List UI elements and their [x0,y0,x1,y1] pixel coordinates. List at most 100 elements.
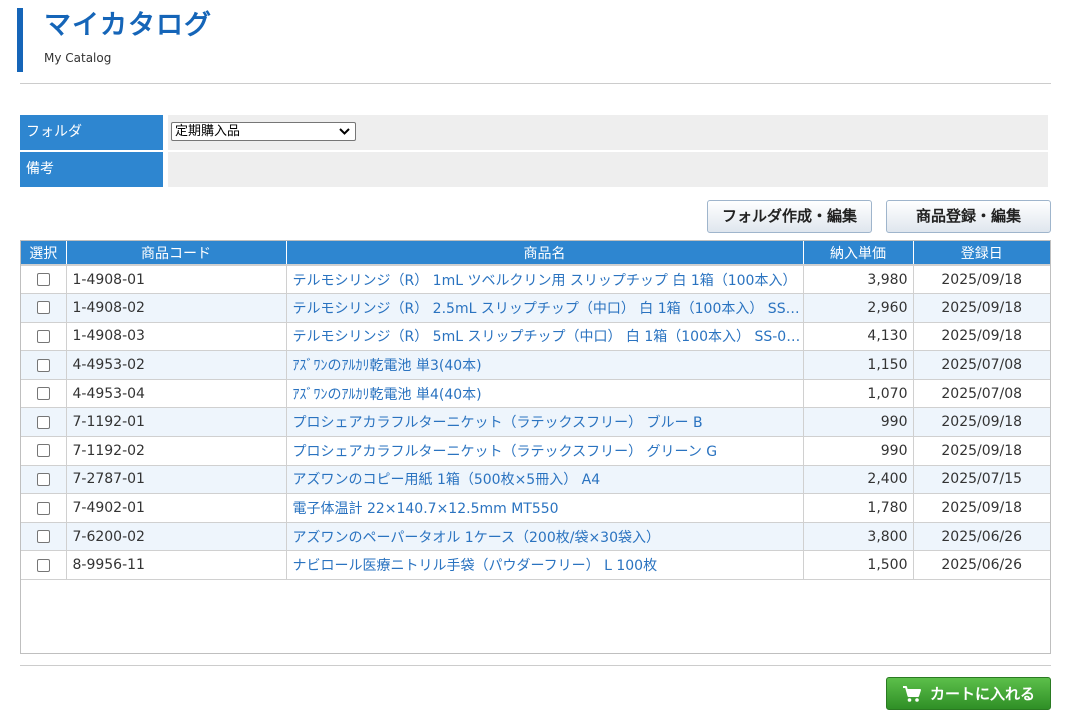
row-name-link[interactable]: テルモシリンジ（R） 5mL スリップチップ（中口） 白 1箱（100本入） S… [286,321,804,351]
table-header-row: 選択 商品コード 商品名 納入単価 登録日 [21,241,1050,265]
row-select-cell [21,464,67,494]
table-row: 4-4953-04 ｱｽﾞﾜﾝのｱﾙｶﾘ乾電池 単4(40本) 1,070 2025/… [21,378,1050,408]
header-code: 商品コード [66,241,287,265]
add-to-cart-button[interactable]: カートに入れる [886,677,1051,710]
row-checkbox[interactable] [36,387,50,401]
row-code: 7-1192-01 [66,407,287,437]
row-checkbox[interactable] [36,415,50,429]
cart-icon [902,685,922,703]
row-checkbox[interactable] [36,530,50,544]
row-date: 2025/09/18 [913,493,1050,523]
row-code: 7-4902-01 [66,493,287,523]
folder-row: フォルダ 定期購入品 [20,115,1048,150]
header-date: 登録日 [913,241,1050,265]
row-price: 2,960 [803,293,914,323]
row-date: 2025/09/18 [913,436,1050,466]
row-price: 2,400 [803,464,914,494]
row-name-link[interactable]: アズワンのペーパータオル 1ケース（200枚/袋×30袋入） [286,521,804,551]
table-row: 4-4953-02 ｱｽﾞﾜﾝのｱﾙｶﾘ乾電池 単3(40本) 1,150 2025/… [21,350,1050,380]
row-name-link[interactable]: テルモシリンジ（R） 1mL ツベルクリン用 スリップチップ 白 1箱（100本… [286,264,804,294]
row-name-link[interactable]: ナビロール医療ニトリル手袋（パウダーフリー） L 100枚 [286,550,804,581]
folder-value-cell: 定期購入品 [168,115,1048,150]
table-row: 7-6200-02 アズワンのペーパータオル 1ケース（200枚/袋×30袋入） 3… [21,521,1050,551]
row-select-cell [21,493,67,523]
row-price: 990 [803,436,914,466]
row-name-link[interactable]: 電子体温計 22×140.7×12.5mm MT550 [286,493,804,523]
table-row: 7-4902-01 電子体温計 22×140.7×12.5mm MT550 1,78… [21,493,1050,523]
row-price: 1,500 [803,550,914,581]
row-name-link[interactable]: ｱｽﾞﾜﾝのｱﾙｶﾘ乾電池 単3(40本) [286,350,804,380]
row-date: 2025/06/26 [913,521,1050,551]
note-row: 備考 [20,152,1048,187]
row-checkbox[interactable] [36,273,50,287]
footer-divider [20,665,1051,666]
row-price: 3,980 [803,264,914,294]
row-select-cell [21,436,67,466]
folder-edit-button[interactable]: フォルダ作成・編集 [707,200,872,233]
row-code: 1-4908-03 [66,321,287,351]
table-row: 1-4908-02 テルモシリンジ（R） 2.5mL スリップチップ（中口） 白 … [21,293,1050,323]
row-checkbox[interactable] [36,472,50,486]
row-price: 3,800 [803,521,914,551]
row-code: 7-1192-02 [66,436,287,466]
row-select-cell [21,321,67,351]
add-to-cart-label: カートに入れる [929,685,1035,703]
row-code: 8-9956-11 [66,550,287,581]
note-label: 備考 [20,152,163,187]
row-checkbox[interactable] [36,444,50,458]
row-date: 2025/06/26 [913,550,1050,581]
row-name-link[interactable]: アズワンのコピー用紙 1箱（500枚×5冊入） A4 [286,464,804,494]
row-code: 1-4908-01 [66,264,287,294]
row-date: 2025/09/18 [913,293,1050,323]
row-name-link[interactable]: プロシェアカラフルターニケット（ラテックスフリー） グリーン G [286,436,804,466]
row-select-cell [21,550,67,581]
row-code: 1-4908-02 [66,293,287,323]
header-select: 選択 [21,241,67,265]
row-date: 2025/09/18 [913,321,1050,351]
row-select-cell [21,378,67,408]
row-name-link[interactable]: ｱｽﾞﾜﾝのｱﾙｶﾘ乾電池 単4(40本) [286,378,804,408]
row-select-cell [21,264,67,294]
header-price: 納入単価 [803,241,914,265]
row-price: 1,780 [803,493,914,523]
row-date: 2025/09/18 [913,407,1050,437]
row-date: 2025/07/08 [913,350,1050,380]
table-row: 1-4908-03 テルモシリンジ（R） 5mL スリップチップ（中口） 白 1箱… [21,321,1050,351]
table-row: 7-2787-01 アズワンのコピー用紙 1箱（500枚×5冊入） A4 2,400… [21,464,1050,494]
folder-select[interactable]: 定期購入品 [171,122,356,141]
row-name-link[interactable]: プロシェアカラフルターニケット（ラテックスフリー） ブルー B [286,407,804,437]
table-row: 1-4908-01 テルモシリンジ（R） 1mL ツベルクリン用 スリップチップ … [21,264,1050,294]
row-date: 2025/07/15 [913,464,1050,494]
table-row: 7-1192-01 プロシェアカラフルターニケット（ラテックスフリー） ブルー B… [21,407,1050,437]
row-checkbox[interactable] [36,501,50,515]
row-price: 1,070 [803,378,914,408]
page-title: マイカタログ [44,10,212,41]
row-checkbox[interactable] [36,558,50,572]
catalog-table: 選択 商品コード 商品名 納入単価 登録日 1-4908-01 テルモシリンジ（R… [21,241,1050,581]
note-value [168,152,1048,187]
catalog-table-container: 選択 商品コード 商品名 納入単価 登録日 1-4908-01 テルモシリンジ（R… [20,240,1051,654]
row-checkbox[interactable] [36,329,50,343]
row-select-cell [21,350,67,380]
chevron-down-icon [339,123,350,145]
row-price: 990 [803,407,914,437]
row-select-cell [21,293,67,323]
item-edit-button[interactable]: 商品登録・編集 [886,200,1051,233]
row-checkbox[interactable] [36,358,50,372]
row-price: 4,130 [803,321,914,351]
row-code: 7-2787-01 [66,464,287,494]
row-code: 4-4953-04 [66,378,287,408]
page-subtitle: My Catalog [44,51,112,65]
table-row: 8-9956-11 ナビロール医療ニトリル手袋（パウダーフリー） L 100枚 1,… [21,550,1050,581]
table-row: 7-1192-02 プロシェアカラフルターニケット（ラテックスフリー） グリーン … [21,436,1050,466]
folder-select-value: 定期購入品 [175,124,241,139]
header-divider [20,83,1051,84]
page-header: マイカタログ My Catalog [17,8,212,72]
row-select-cell [21,407,67,437]
row-checkbox[interactable] [36,301,50,315]
row-code: 4-4953-02 [66,350,287,380]
row-name-link[interactable]: テルモシリンジ（R） 2.5mL スリップチップ（中口） 白 1箱（100本入）… [286,293,804,323]
row-code: 7-6200-02 [66,521,287,551]
header-name: 商品名 [286,241,804,265]
row-price: 1,150 [803,350,914,380]
